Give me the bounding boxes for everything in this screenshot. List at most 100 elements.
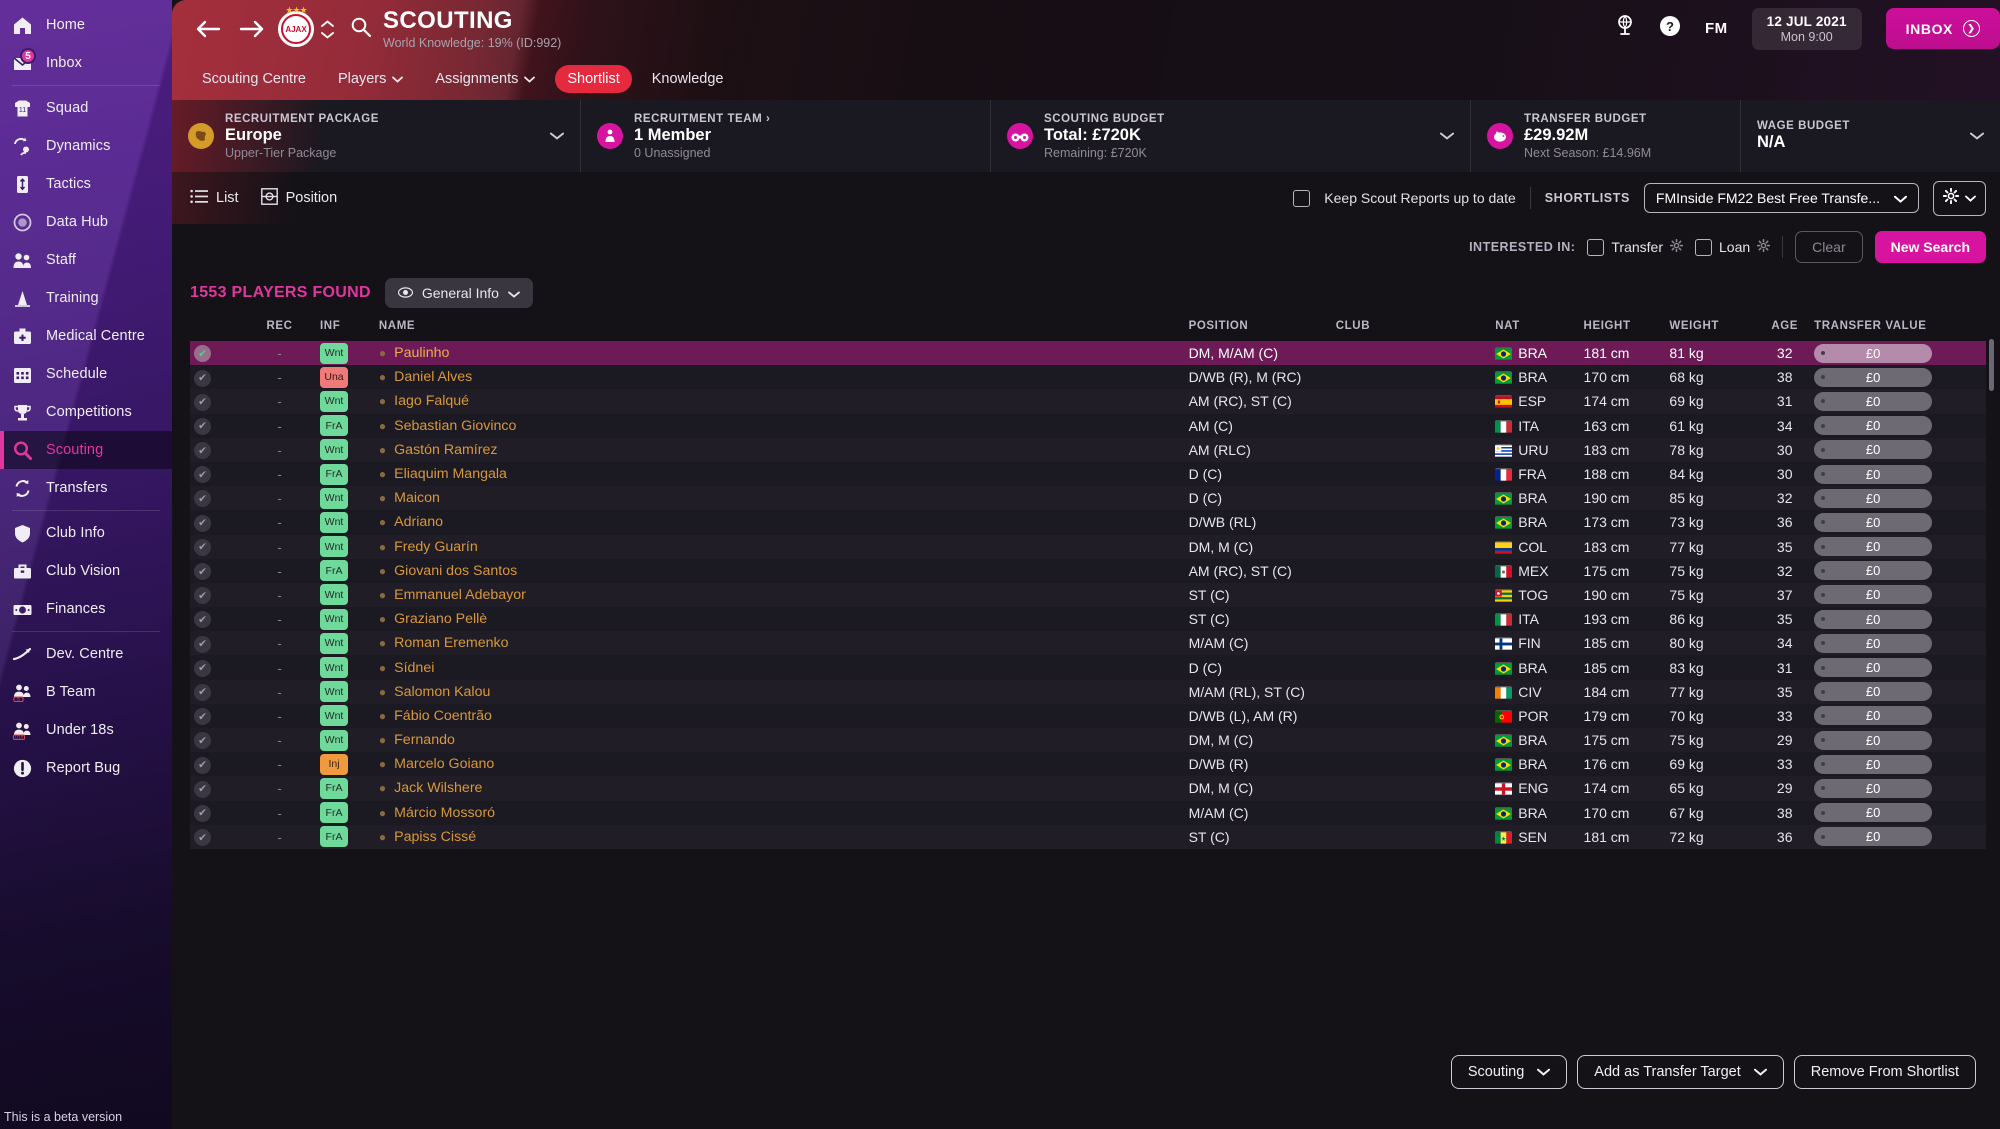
- table-row[interactable]: ✔ - Wnt ● Emmanuel Adebayor ST (C) TOG 190 cm 75…: [190, 582, 1986, 608]
- row-select-checkbox[interactable]: ✔: [190, 365, 239, 389]
- table-row[interactable]: ✔ - Wnt ● Fredy Guarín DM, M (C) COL 183 cm 77 k…: [190, 534, 1986, 559]
- cell-name[interactable]: ● Maicon: [379, 486, 1189, 510]
- general-info-view-select[interactable]: General Info: [384, 278, 533, 308]
- player-name[interactable]: Sebastian Giovinco: [394, 418, 516, 434]
- player-name[interactable]: Fábio Coentrão: [394, 708, 492, 724]
- row-select-checkbox[interactable]: ✔: [190, 752, 239, 776]
- sidebar-item-home[interactable]: Home: [0, 6, 172, 44]
- inbox-button[interactable]: INBOX ❯: [1885, 8, 2000, 50]
- column-header-height[interactable]: HEIGHT: [1584, 314, 1670, 341]
- row-select-checkbox[interactable]: ✔: [190, 801, 239, 825]
- row-select-checkbox[interactable]: ✔: [190, 631, 239, 655]
- sidebar-item-tactics[interactable]: Tactics: [0, 165, 172, 203]
- globe-microphone-icon[interactable]: [1615, 15, 1635, 42]
- game-date-display[interactable]: 12 JUL 2021 Mon 9:00: [1751, 7, 1862, 51]
- budget-cell-recruitment-team[interactable]: RECRUITMENT TEAM › 1 Member 0 Unassigned: [580, 100, 990, 172]
- row-select-checkbox[interactable]: ✔: [190, 583, 239, 607]
- sidebar-item-finances[interactable]: Finances: [0, 590, 172, 628]
- player-name[interactable]: Daniel Alves: [394, 369, 472, 385]
- table-row[interactable]: ✔ - Wnt ● Fernando DM, M (C) BRA 175 cm 75 kg 29 £…: [190, 728, 1986, 753]
- sidebar-item-club-vision[interactable]: Club Vision: [0, 552, 172, 590]
- column-header-select[interactable]: [190, 314, 239, 341]
- sidebar-item-under-18s[interactable]: U18 Under 18s: [0, 711, 172, 749]
- table-row[interactable]: ✔ - FrA ● Giovani dos Santos AM (RC), ST (C) M…: [190, 558, 1986, 583]
- club-badge-icon[interactable]: ★★★ AJAX: [278, 5, 314, 47]
- player-name[interactable]: Jack Wilshere: [394, 780, 482, 796]
- table-row[interactable]: ✔ - Inj ● Marcelo Goiano D/WB (R) BRA 176 cm 69 …: [190, 752, 1986, 777]
- player-name[interactable]: Giovani dos Santos: [394, 563, 517, 579]
- row-select-checkbox[interactable]: ✔: [190, 535, 239, 559]
- view-position-toggle[interactable]: Position: [260, 187, 337, 209]
- club-switch-chevrons[interactable]: [321, 19, 334, 39]
- column-header-club[interactable]: CLUB: [1336, 314, 1495, 341]
- table-row[interactable]: ✔ - FrA ● Eliaquim Mangala D (C) FRA 188 cm 84 k…: [190, 461, 1986, 487]
- player-name[interactable]: Paulinho: [394, 345, 449, 361]
- row-select-checkbox[interactable]: ✔: [190, 341, 239, 365]
- sidebar-item-competitions[interactable]: Competitions: [0, 393, 172, 431]
- back-arrow-icon[interactable]: [186, 7, 230, 51]
- sidebar-item-data-hub[interactable]: Data Hub: [0, 203, 172, 241]
- row-select-checkbox[interactable]: ✔: [190, 414, 239, 438]
- forward-arrow-icon[interactable]: [230, 7, 274, 51]
- chevron-down-icon[interactable]: [1420, 127, 1454, 145]
- player-name[interactable]: Márcio Mossoró: [394, 805, 495, 821]
- cell-name[interactable]: ● Gastón Ramírez: [379, 438, 1189, 462]
- player-name[interactable]: Iago Falqué: [394, 393, 469, 409]
- player-name[interactable]: Maicon: [394, 490, 440, 506]
- row-select-checkbox[interactable]: ✔: [190, 438, 239, 462]
- sidebar-item-medical-centre[interactable]: Medical Centre: [0, 317, 172, 355]
- chevron-down-icon[interactable]: [530, 127, 564, 145]
- table-row[interactable]: ✔ - Wnt ● Sídnei D (C) BRA 185 cm 83 kg 31 £0: [190, 655, 1986, 680]
- cell-name[interactable]: ● Adriano: [379, 510, 1189, 534]
- loan-filter[interactable]: Loan: [1695, 238, 1771, 256]
- tab-assignments[interactable]: Assignments: [423, 65, 547, 93]
- table-row[interactable]: ✔ - Wnt ● Graziano Pellè ST (C) ITA 193 cm 86 kg…: [190, 607, 1986, 632]
- sidebar-item-training[interactable]: Training: [0, 279, 172, 317]
- player-name[interactable]: Papiss Cissé: [394, 829, 476, 845]
- shortlist-settings-button[interactable]: [1933, 180, 1986, 216]
- cell-name[interactable]: ● Papiss Cissé: [379, 825, 1189, 849]
- table-row[interactable]: ✔ - FrA ● Papiss Cissé ST (C) SEN 181 cm 72 kg 36…: [190, 824, 1986, 849]
- sidebar-item-staff[interactable]: Staff: [0, 241, 172, 279]
- table-row[interactable]: ✔ - Wnt ● Gastón Ramírez AM (RLC) URU 183 cm 78 …: [190, 437, 1986, 462]
- cell-name[interactable]: ● Iago Falqué: [379, 389, 1189, 413]
- cell-name[interactable]: ● Emmanuel Adebayor: [379, 583, 1189, 607]
- view-list-toggle[interactable]: List: [190, 189, 239, 208]
- remove-from-shortlist-button[interactable]: Remove From Shortlist: [1793, 1055, 1976, 1089]
- cell-name[interactable]: ● Daniel Alves: [379, 365, 1189, 389]
- table-row[interactable]: ✔ - Wnt ● Maicon D (C) BRA 190 cm 85 kg 32 £0: [190, 486, 1986, 511]
- cell-name[interactable]: ● Graziano Pellè: [379, 607, 1189, 631]
- cell-name[interactable]: ● Jack Wilshere: [379, 776, 1189, 800]
- cell-name[interactable]: ● Márcio Mossoró: [379, 801, 1189, 825]
- tab-knowledge[interactable]: Knowledge: [640, 65, 736, 93]
- player-name[interactable]: Fernando: [394, 732, 455, 748]
- cell-name[interactable]: ● Salomon Kalou: [379, 680, 1189, 704]
- table-row[interactable]: ✔ - FrA ● Sebastian Giovinco AM (C) ITA 163 cm 6…: [190, 413, 1986, 438]
- table-row[interactable]: ✔ - Wnt ● Fábio Coentrão D/WB (L), AM (R) POR 1…: [190, 703, 1986, 728]
- player-name[interactable]: Graziano Pellè: [394, 611, 487, 627]
- sidebar-item-schedule[interactable]: Schedule: [0, 355, 172, 393]
- row-select-checkbox[interactable]: ✔: [190, 559, 239, 583]
- cell-name[interactable]: ● Sebastian Giovinco: [379, 414, 1189, 438]
- column-header-age[interactable]: AGE: [1755, 314, 1814, 341]
- cell-name[interactable]: ● Sídnei: [379, 655, 1189, 679]
- loan-checkbox[interactable]: [1695, 238, 1712, 256]
- table-row[interactable]: ✔ - FrA ● Jack Wilshere DM, M (C) ENG 174 cm 65 …: [190, 776, 1986, 801]
- search-icon[interactable]: [350, 16, 372, 43]
- sidebar-item-b-team[interactable]: B B Team: [0, 673, 172, 711]
- column-header-transfer-value[interactable]: TRANSFER VALUE: [1814, 314, 1986, 341]
- row-select-checkbox[interactable]: ✔: [190, 486, 239, 510]
- tab-scouting-centre[interactable]: Scouting Centre: [190, 65, 318, 93]
- sidebar-item-inbox[interactable]: 5 Inbox: [0, 44, 172, 82]
- column-header-name[interactable]: NAME: [379, 314, 1189, 341]
- cell-name[interactable]: ● Roman Eremenko: [379, 631, 1189, 655]
- help-icon[interactable]: ?: [1659, 15, 1681, 42]
- cell-name[interactable]: ● Marcelo Goiano: [379, 752, 1189, 776]
- loan-gear-icon[interactable]: [1756, 238, 1771, 255]
- player-name[interactable]: Roman Eremenko: [394, 635, 508, 651]
- row-select-checkbox[interactable]: ✔: [190, 462, 239, 486]
- transfer-gear-icon[interactable]: [1669, 238, 1684, 255]
- cell-name[interactable]: ● Fredy Guarín: [379, 535, 1189, 559]
- player-name[interactable]: Eliaquim Mangala: [394, 466, 507, 482]
- keep-reports-checkbox[interactable]: [1293, 189, 1311, 207]
